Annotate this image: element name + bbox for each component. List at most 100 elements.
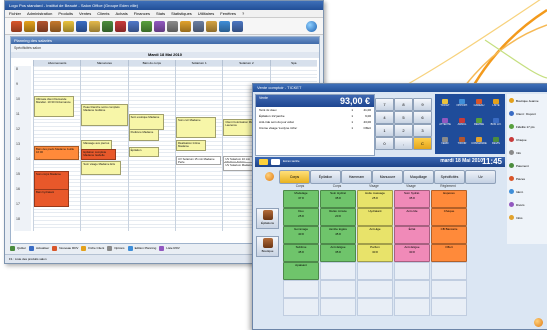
tab-4[interactable]: Maquillage — [403, 170, 434, 184]
client-panel-item[interactable]: Pièces — [509, 176, 525, 181]
appointment[interactable]: Soin visage Madame Eris — [81, 160, 122, 175]
keypad-key[interactable]: 8 — [394, 98, 413, 111]
chart-icon[interactable] — [219, 20, 230, 32]
product-button[interactable]: Gommage 40 € — [283, 226, 319, 244]
client-panel-item[interactable]: Client : Dupont — [509, 111, 536, 116]
planning-filter[interactable]: Spécificités salon — [11, 44, 319, 52]
keypad-key[interactable]: , — [394, 137, 413, 150]
appointment[interactable]: Epilation complète Madame Isabelle — [81, 148, 117, 160]
empty-product-slot[interactable] — [357, 298, 393, 316]
empty-product-slot[interactable] — [283, 298, 319, 316]
product-button[interactable]: Huile massage 25 € — [357, 190, 393, 208]
keypad-key[interactable]: 5 — [394, 111, 413, 124]
function-key[interactable]: ATTENTE — [437, 117, 453, 131]
appointment[interactable]: Réalisation Intime Madame — [176, 139, 207, 151]
planning-action-button[interactable]: Quitter — [10, 245, 26, 251]
planning-action-button[interactable]: Fiche Client — [81, 245, 104, 251]
menu-item[interactable]: Fenêtres — [220, 11, 236, 16]
list-icon[interactable] — [76, 20, 87, 32]
money-icon[interactable] — [141, 20, 152, 32]
function-key[interactable]: TIROIR — [454, 136, 470, 150]
menu-item[interactable]: Stats — [156, 11, 165, 16]
product-button[interactable]: Soin hydrat. 35 € — [394, 190, 430, 208]
keypad-key[interactable]: 2 — [394, 124, 413, 137]
appointment[interactable]: UV Solarium 15 min Madame Perle — [176, 156, 221, 165]
product-button[interactable]: Anti-fatigue 30 € — [394, 244, 430, 262]
empty-product-slot[interactable] — [320, 280, 356, 298]
empty-product-slot[interactable] — [357, 262, 393, 280]
client-panel-item[interactable]: Paiement — [509, 163, 529, 168]
function-key[interactable]: COMMANDE — [471, 136, 487, 150]
tab-3[interactable]: Manucure — [372, 170, 403, 184]
globe-icon[interactable] — [306, 20, 317, 32]
keypad-key[interactable]: 4 — [375, 111, 394, 124]
menu-item[interactable]: Produits — [58, 11, 73, 16]
planning-action-button[interactable]: Liste RDV — [159, 245, 180, 251]
menu-item[interactable]: Utilitaires — [198, 11, 214, 16]
white-button[interactable] — [271, 159, 280, 165]
products-icon[interactable] — [37, 20, 48, 32]
product-button[interactable]: Anti-âge — [357, 226, 393, 244]
appointment[interactable]: Ultimate client Demande Mandier. 10:30 O… — [34, 96, 74, 118]
planning-action-button[interactable]: Actualiser — [29, 245, 49, 251]
tab-0[interactable]: Corps — [279, 170, 310, 184]
euro-icon[interactable] — [180, 20, 191, 32]
empty-product-slot[interactable] — [394, 298, 430, 316]
empty-product-slot[interactable] — [283, 280, 319, 298]
empty-product-slot[interactable] — [431, 280, 467, 298]
yellow-button[interactable] — [259, 159, 268, 165]
function-key[interactable]: REMISE — [471, 117, 487, 131]
client-panel-item[interactable]: Divers — [509, 202, 525, 207]
product-button[interactable]: Offert — [431, 244, 467, 262]
product-button[interactable]: CB Bancaire — [431, 226, 467, 244]
menu-item[interactable]: Administration — [27, 11, 52, 16]
tab-5[interactable]: Spécificités — [434, 170, 465, 184]
function-key[interactable]: ANNUL — [454, 117, 470, 131]
keypad-key[interactable]: 9 — [413, 98, 432, 111]
product-button[interactable]: Éclat — [394, 226, 430, 244]
empty-product-slot[interactable] — [357, 280, 393, 298]
function-key[interactable]: BON LIV. — [488, 117, 504, 131]
tab-6[interactable]: Uv — [465, 170, 496, 184]
mail-icon[interactable] — [206, 20, 217, 32]
menu-item[interactable]: Fichier — [9, 11, 21, 16]
function-key[interactable]: DEVIS — [488, 136, 504, 150]
product-button[interactable]: Modelage 37 € — [283, 190, 319, 208]
keypad-key[interactable]: 0 — [375, 137, 394, 150]
client-panel-item[interactable]: Infos — [509, 215, 523, 220]
function-key[interactable]: CADEAU — [471, 98, 487, 112]
product-button[interactable]: Jambe légère 45 € — [320, 226, 356, 244]
appointment[interactable]: Soin cuir Madame — [176, 117, 216, 138]
keypad-key[interactable]: C — [413, 137, 432, 150]
report-icon[interactable] — [154, 20, 165, 32]
function-key[interactable]: VERIF — [437, 136, 453, 150]
clients-icon[interactable] — [11, 20, 22, 32]
client-panel-item[interactable]: Boutique Jeanne — [509, 98, 539, 103]
planning-action-button[interactable]: Options — [107, 245, 125, 251]
users-icon[interactable] — [128, 20, 139, 32]
category-button[interactable]: Boutique — [256, 236, 279, 257]
function-key[interactable]: OPPORT. — [454, 98, 470, 112]
client-panel-item[interactable]: Ident. — [509, 189, 524, 194]
down-arrow-icon[interactable] — [534, 318, 543, 327]
empty-product-slot[interactable] — [394, 262, 430, 280]
keypad-key[interactable]: 1 — [375, 124, 394, 137]
category-button[interactable]: Épilations — [256, 208, 279, 229]
wrench-icon[interactable] — [167, 20, 178, 32]
client-panel-item[interactable]: Fidélité 17 pts — [509, 124, 535, 129]
appointment[interactable]: Épilation — [128, 147, 160, 157]
menu-item[interactable]: ? — [242, 11, 244, 16]
client-panel-item[interactable]: Info — [509, 150, 521, 155]
product-button[interactable]: Apaisant — [283, 262, 319, 280]
print-icon[interactable] — [193, 20, 204, 32]
product-button[interactable]: Relax minute 20 € — [320, 208, 356, 226]
product-button[interactable]: Duo 25 € — [283, 208, 319, 226]
appointment[interactable]: Bain hydratant — [34, 189, 70, 207]
empty-product-slot[interactable] — [320, 298, 356, 316]
product-button[interactable]: Anti-ride — [394, 208, 430, 226]
basket-icon[interactable] — [102, 20, 113, 32]
appointment[interactable]: Bain des pieds Madame Joëlle 16:00 — [34, 145, 79, 160]
product-button[interactable]: Sublime 45 € — [283, 244, 319, 262]
product-button[interactable]: Hydratant — [357, 208, 393, 226]
folder-icon[interactable] — [89, 20, 100, 32]
